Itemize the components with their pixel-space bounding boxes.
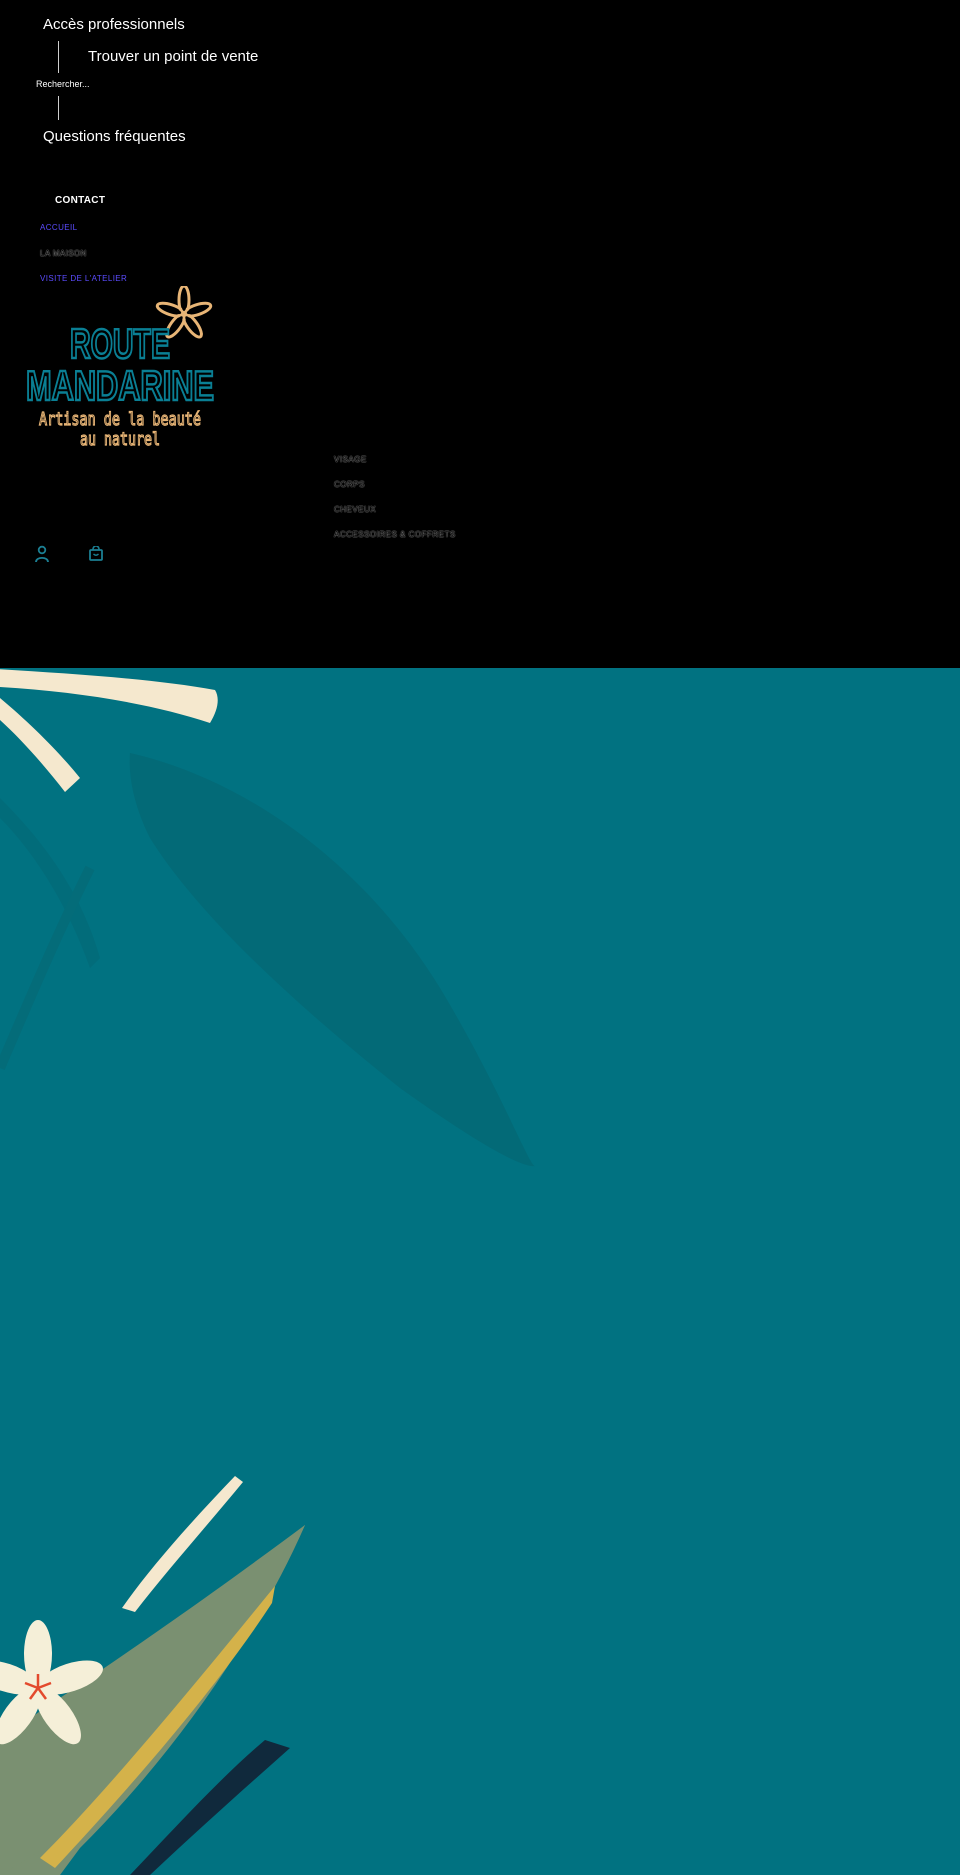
divider (58, 96, 59, 120)
account-icon[interactable] (34, 545, 50, 568)
brand-logo[interactable]: ROUTE MANDARINE Artisan de la beauté au … (22, 284, 222, 451)
logo-line-1: ROUTE (70, 320, 170, 367)
faq-link[interactable]: Questions fréquentes (43, 128, 186, 145)
menu-item-maison[interactable]: LA MAISON (40, 249, 87, 258)
nav-corps[interactable]: CORPS (334, 480, 365, 489)
flower-logo-icon: ROUTE MANDARINE Artisan de la beauté au … (25, 284, 215, 451)
logo-tagline-2: au naturel (80, 429, 160, 450)
logo-tagline-1: Artisan de la beauté (39, 409, 201, 430)
menu-item-home[interactable]: ACCUEIL (40, 223, 77, 232)
site-header: Accès professionnels Trouver un point de… (0, 0, 960, 668)
contact-link[interactable]: CONTACT (55, 195, 105, 206)
store-locator-link[interactable]: Trouver un point de vente (88, 48, 258, 65)
pro-access-link[interactable]: Accès professionnels (43, 16, 185, 33)
cart-icon[interactable] (88, 545, 104, 567)
nav-visage[interactable]: VISAGE (334, 455, 367, 464)
hero-banner (0, 668, 960, 1875)
tropical-leaves-illustration (0, 669, 535, 1875)
nav-accessoires[interactable]: ACCESSOIRES & COFFRETS (334, 530, 456, 539)
menu-item-workshop[interactable]: VISITE DE L'ATELIER (40, 274, 127, 283)
divider (58, 41, 59, 73)
logo-line-2: MANDARINE (26, 362, 214, 409)
search-input[interactable] (36, 77, 136, 91)
nav-cheveux[interactable]: CHEVEUX (334, 505, 376, 514)
